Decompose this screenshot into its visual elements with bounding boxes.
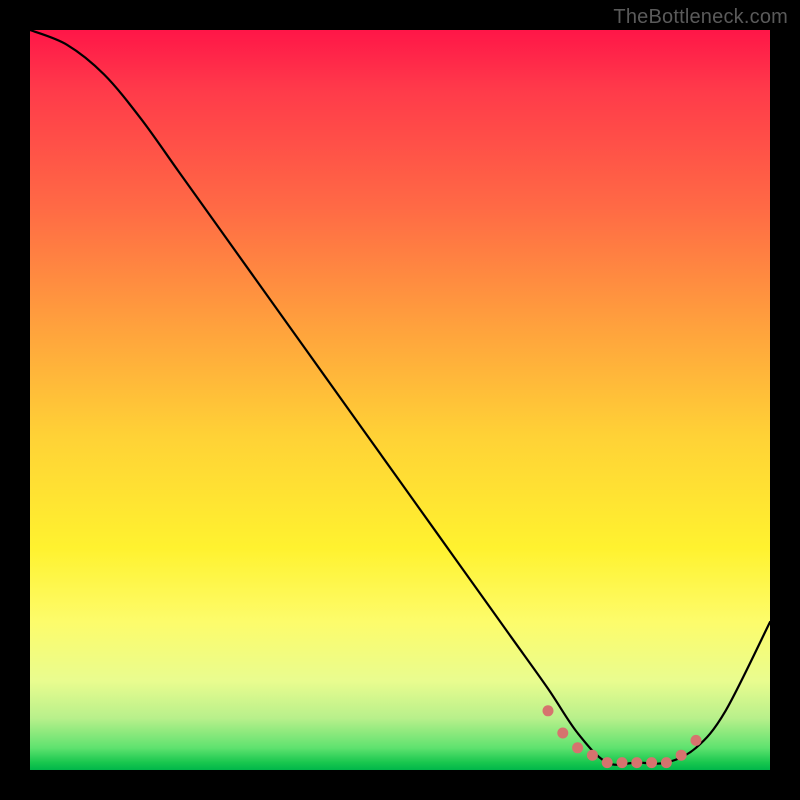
chart-frame: TheBottleneck.com: [0, 0, 800, 800]
optimal-dot: [617, 757, 628, 768]
optimal-dot: [676, 750, 687, 761]
optimal-dot: [572, 742, 583, 753]
optimal-dot: [543, 705, 554, 716]
optimal-dot: [557, 728, 568, 739]
bottleneck-curve: [30, 30, 770, 765]
watermark-text: TheBottleneck.com: [613, 6, 788, 29]
optimal-dot: [587, 750, 598, 761]
optimal-dot: [631, 757, 642, 768]
optimal-dot: [602, 757, 613, 768]
curve-layer: [30, 30, 770, 770]
gradient-plot-area: [30, 30, 770, 770]
optimal-dot: [661, 757, 672, 768]
optimal-dot: [691, 735, 702, 746]
optimal-dot: [646, 757, 657, 768]
optimal-zone-dots: [543, 705, 702, 768]
